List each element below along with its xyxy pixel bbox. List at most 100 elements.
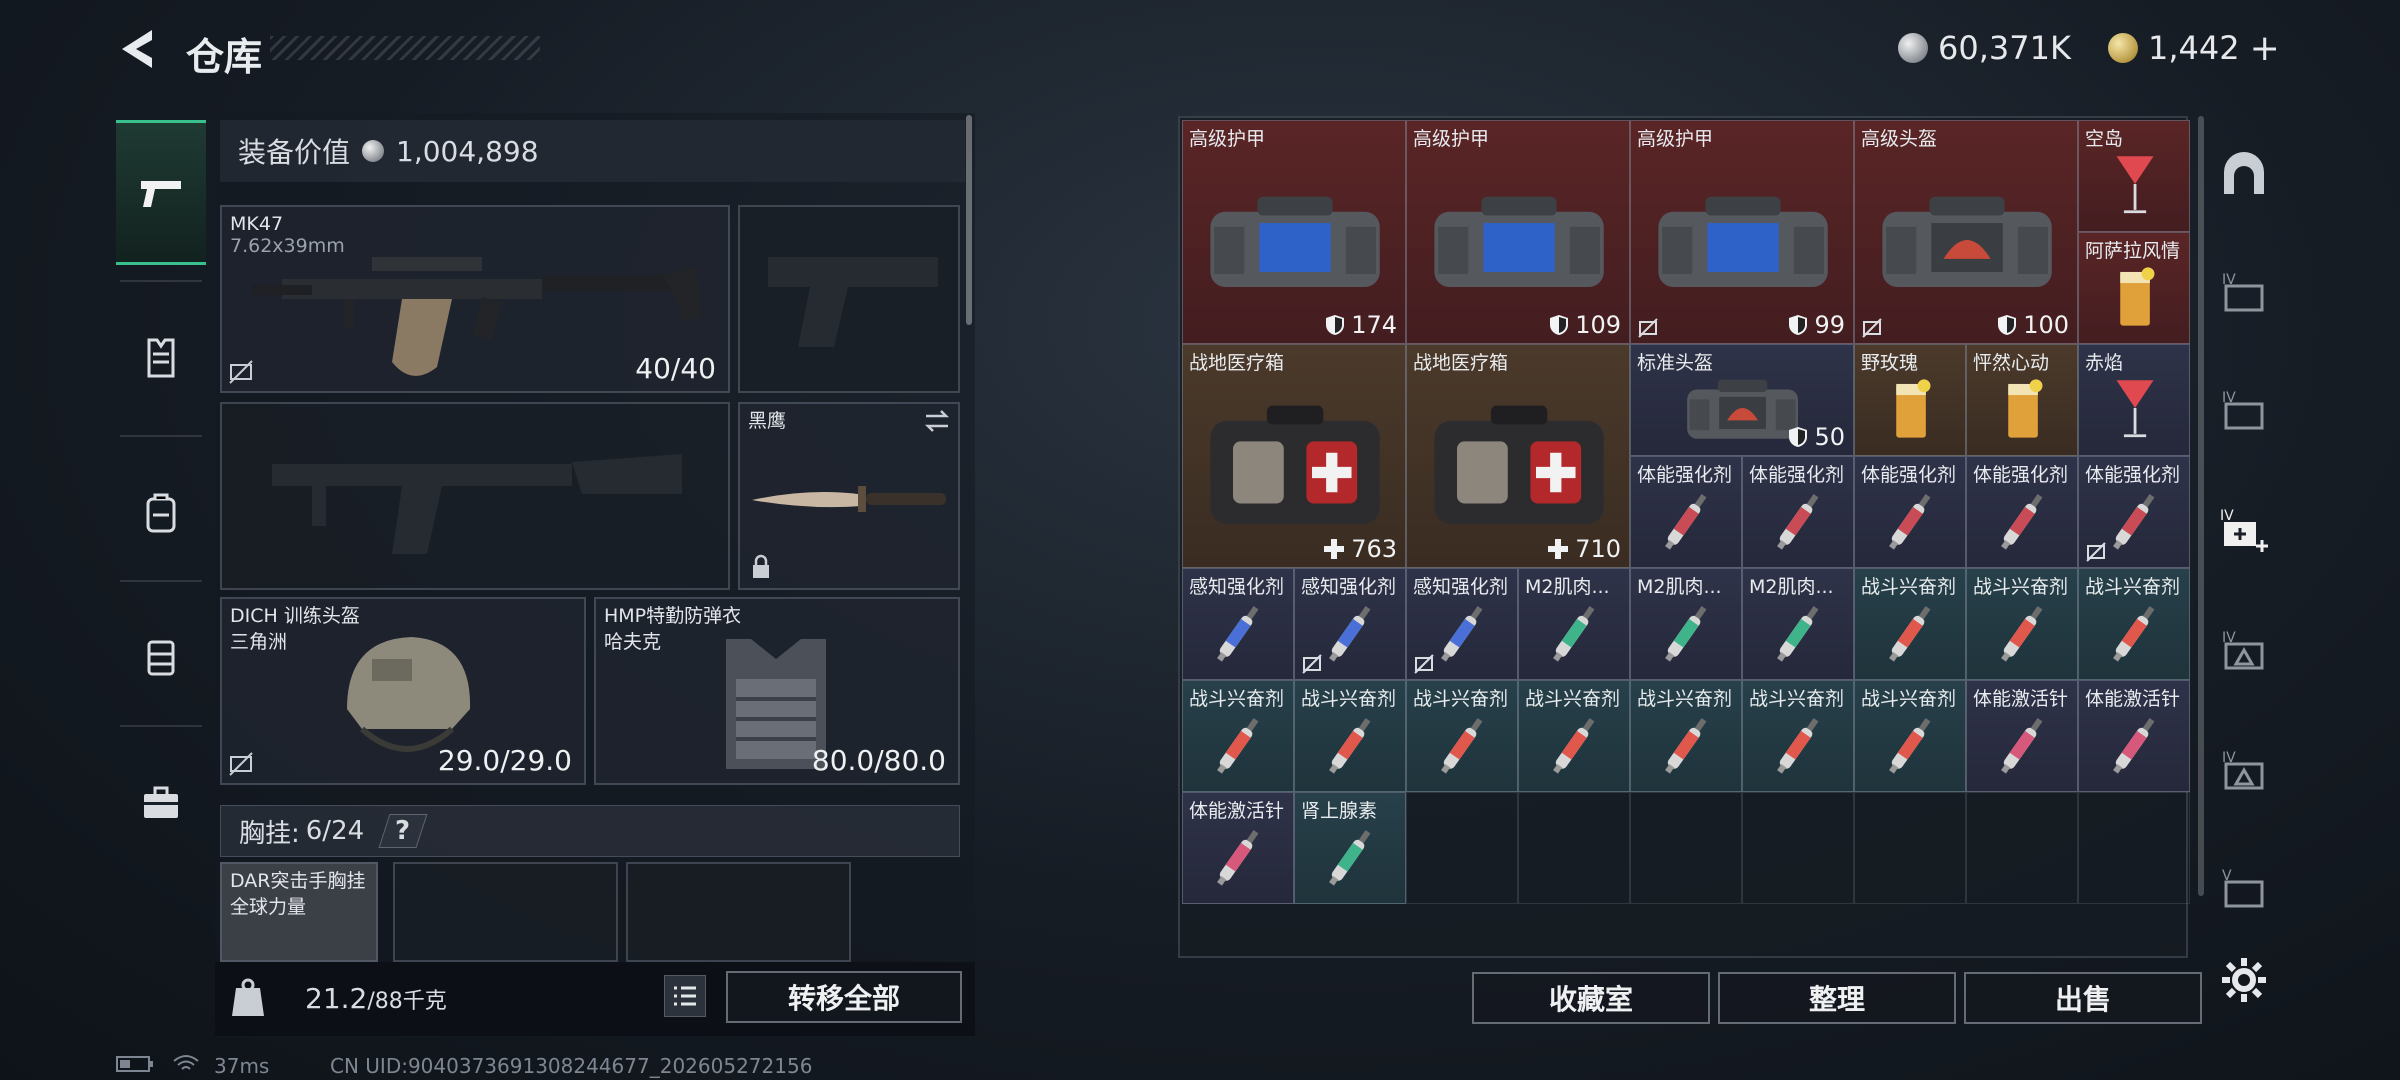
item-label: 体能强化剂 [1861,464,1957,486]
no-sell-icon [1302,654,1322,674]
stash-page-4-icon[interactable]: IV [2218,266,2270,318]
stash-item[interactable]: 战地医疗箱 710 [1406,344,1630,568]
stash-cell[interactable] [1966,792,2078,904]
item-stat-value: 174 [1351,311,1397,339]
stash-cell[interactable] [1854,792,1966,904]
sell-button[interactable]: 出售 [1964,972,2202,1024]
back-arrow-icon[interactable] [112,24,162,74]
medical-page-icon[interactable]: IV [2218,504,2270,556]
stash-item[interactable]: 阿萨拉风情 [2078,232,2190,344]
stash-item[interactable]: 战斗兴奋剂 [1406,680,1518,792]
stash-scrollbar[interactable] [2198,116,2204,896]
item-image [1976,371,2070,445]
rig-storage-slot[interactable] [626,862,851,962]
nav-backpack[interactable] [116,440,206,585]
stash-item[interactable]: 战地医疗箱 763 [1182,344,1406,568]
nav-case[interactable] [116,730,206,875]
list-view-button[interactable] [664,975,706,1017]
item-image [1192,707,1286,781]
nav-armor[interactable] [116,285,206,430]
transfer-all-button[interactable]: 转移全部 [726,971,962,1023]
add-currency-button[interactable]: + [2250,28,2280,69]
rig-name: DAR突击手胸挂 [230,870,366,892]
stash-item[interactable]: 高级护甲 109 [1406,120,1630,344]
help-button[interactable]: ? [378,814,428,848]
stash-item[interactable]: 战斗兴奋剂 [1854,568,1966,680]
stash-page-4-icon[interactable]: IV [2218,624,2270,676]
stash-item[interactable]: 体能强化剂 [1630,456,1742,568]
pistol-slot[interactable] [738,205,960,393]
stash-item[interactable]: 高级护甲 174 [1182,120,1406,344]
item-stat-value: 763 [1351,535,1397,563]
stash-item[interactable]: 体能激活针 [1966,680,2078,792]
home-vault-icon[interactable] [2218,150,2270,202]
item-image [1864,371,1958,445]
stash-item[interactable]: 肾上腺素 [1294,792,1406,904]
item-stat-value: 99 [1814,311,1845,339]
stash-cell[interactable] [2078,792,2190,904]
stash-item[interactable]: M2肌肉... [1630,568,1742,680]
stash-item[interactable]: 标准头盔 50 [1630,344,1854,456]
stash-cell[interactable] [1518,792,1630,904]
stash-page-5-icon[interactable]: V [2218,862,2270,914]
stash-item[interactable]: 野玫瑰 [1854,344,1966,456]
item-image [1640,707,1734,781]
sort-button[interactable]: 整理 [1718,972,1956,1024]
stash-item[interactable]: 战斗兴奋剂 [1518,680,1630,792]
stash-item[interactable]: 赤焰 [2078,344,2190,456]
collection-room-button[interactable]: 收藏室 [1472,972,1710,1024]
stash-item[interactable]: 体能强化剂 [1966,456,2078,568]
stash-item[interactable]: 空岛 [2078,120,2190,232]
stash-item[interactable]: 体能强化剂 [1742,456,1854,568]
stash-item[interactable]: 高级头盔 100 [1854,120,2078,344]
ammo-count: 40/40 [635,352,716,385]
stash-item[interactable]: 战斗兴奋剂 [1966,568,2078,680]
stash-item[interactable]: 体能激活针 [1182,792,1294,904]
stash-item[interactable]: 战斗兴奋剂 [1742,680,1854,792]
stash-item[interactable]: 战斗兴奋剂 [2078,568,2190,680]
item-image [1752,707,1846,781]
nav-weapons[interactable] [116,120,206,265]
stash-cell[interactable] [1630,792,1742,904]
item-image [1425,371,1613,557]
nav-chest-rig[interactable] [116,585,206,730]
stash-item[interactable]: 高级护甲 99 [1630,120,1854,344]
stash-item[interactable]: 怦然心动 [1966,344,2078,456]
helmet-slot[interactable]: DICH 训练头盔 三角洲 29.0/29.0 [220,597,586,785]
stash-item[interactable]: 战斗兴奋剂 [1854,680,1966,792]
stash-item[interactable]: M2肌肉... [1742,568,1854,680]
settings-gear-icon[interactable] [2218,954,2270,1006]
stash-cell[interactable] [1742,792,1854,904]
armor-faction: 哈夫克 [604,631,662,653]
stash-item[interactable]: 体能强化剂 [1854,456,1966,568]
silver-amount: 60,371K [1938,29,2071,67]
stash-page-4-icon[interactable]: IV [2218,744,2270,796]
stash-item[interactable]: 战斗兴奋剂 [1182,680,1294,792]
item-label: 高级护甲 [1189,128,1266,150]
item-image [2088,595,2182,669]
melee-slot[interactable]: 黑鹰 [738,402,960,590]
stash-page-4-icon[interactable]: IV [2218,384,2270,436]
item-stat-value: 50 [1814,423,1845,451]
stash-item[interactable]: 感知强化剂 [1182,568,1294,680]
rig-storage-slot[interactable] [393,862,618,962]
stash-item[interactable]: 感知强化剂 [1294,568,1406,680]
stash-item[interactable]: 感知强化剂 [1406,568,1518,680]
heal-plus-icon [1548,539,1569,559]
armor-shield-icon [1789,315,1808,335]
stash-item[interactable]: 体能激活针 [2078,680,2190,792]
stash-item[interactable]: 体能强化剂 [2078,456,2190,568]
stash-item[interactable]: 战斗兴奋剂 [1630,680,1742,792]
swap-icon[interactable] [922,408,952,434]
stash-item[interactable]: M2肌肉... [1518,568,1630,680]
stash-cell[interactable] [1406,792,1518,904]
secondary-weapon-slot[interactable] [220,402,730,590]
body-armor-slot[interactable]: HMP特勤防弹衣 哈夫克 80.0/80.0 [594,597,960,785]
rig-slot[interactable]: DAR突击手胸挂 全球力量 [220,862,378,962]
wifi-icon [172,1054,200,1079]
primary-weapon-slot[interactable]: MK47 7.62x39mm 40/40 [220,205,730,393]
stash-item[interactable]: 战斗兴奋剂 [1294,680,1406,792]
item-image [1976,483,2070,557]
loadout-scrollbar[interactable] [966,115,972,325]
gold-currency[interactable]: 1,442 + [2108,28,2280,69]
